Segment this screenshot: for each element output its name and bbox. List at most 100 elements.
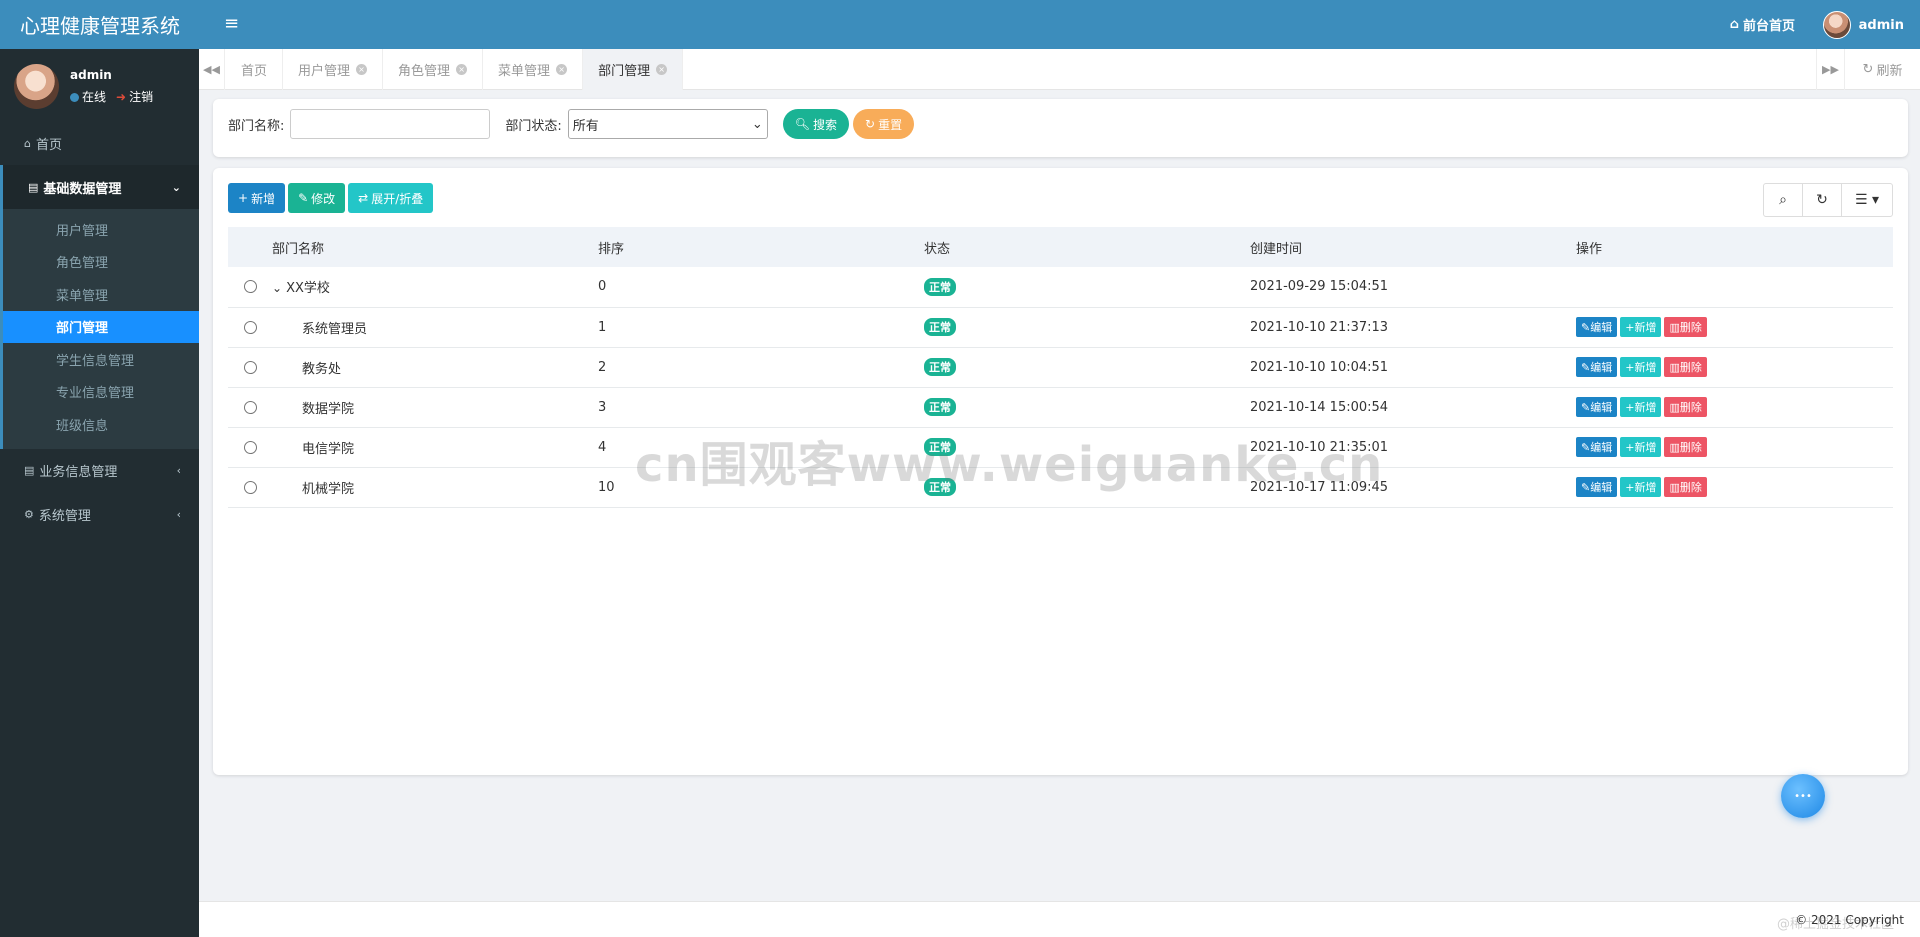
dept-name-label: 部门名称:	[228, 118, 285, 134]
status-badge: 正常	[924, 277, 956, 296]
table-tools: ⌕ ↻ ☰ ▾	[1763, 183, 1893, 217]
tab-menus[interactable]: 菜单管理 ×	[483, 49, 584, 90]
sidebar-item-menus[interactable]: 菜单管理	[3, 278, 199, 311]
tab-roles[interactable]: 角色管理 ×	[383, 49, 484, 90]
dept-created-time: 2021-09-29 15:04:51	[1250, 279, 1389, 295]
app-title[interactable]: 心理健康管理系统	[0, 0, 199, 49]
department-table-panel: + 新增 ✎ 修改 ⇄ 展开/折叠 ⌕ ↻ ☰ ▾ 部门名称 排序 状态 创建时间 操…	[213, 168, 1908, 775]
sidebar-item-classes[interactable]: 班级信息	[3, 408, 199, 441]
row-add-button[interactable]: + 新增	[1620, 437, 1662, 457]
row-edit-button[interactable]: ✎ 编辑	[1576, 397, 1618, 417]
reset-button[interactable]: ↻ 重置	[853, 109, 915, 139]
tab-departments[interactable]: 部门管理 ×	[583, 49, 684, 90]
tab-scroll-right-icon[interactable]: ▶▶	[1816, 49, 1844, 90]
row-edit-button[interactable]: ✎ 编辑	[1576, 437, 1618, 457]
sidebar: admin 在线 ➜ 注销 ⌂ 首页 ▤ 基础数据管理 ⌄ 用户管理 角色管理 菜…	[0, 49, 199, 937]
row-edit-button[interactable]: ✎ 编辑	[1576, 317, 1618, 337]
sidebar-item-majors[interactable]: 专业信息管理	[3, 376, 199, 409]
dept-name: XX学校	[286, 281, 330, 297]
search-button[interactable]: 🔍︎ 搜索	[782, 109, 850, 139]
top-header: 心理健康管理系统 ≡ ⌂ 前台首页 admin	[0, 0, 1920, 49]
row-radio[interactable]	[243, 280, 257, 294]
close-icon[interactable]: ×	[656, 64, 668, 75]
close-icon[interactable]: ×	[456, 64, 468, 75]
row-delete-button[interactable]: ▥ 删除	[1664, 317, 1707, 337]
tab-home[interactable]: 首页	[226, 49, 284, 90]
table-icon: ▤	[28, 180, 39, 194]
sidebar-group-basic-data[interactable]: ▤ 基础数据管理 ⌄	[0, 165, 199, 209]
row-delete-button[interactable]: ▥ 删除	[1664, 437, 1707, 457]
row-edit-button[interactable]: ✎ 编辑	[1576, 357, 1618, 377]
table-row[interactable]: 数据学院 3 正常 2021-10-14 15:00:54 ✎ 编辑 + 新增 ▥ 删…	[228, 387, 1893, 427]
sidebar-group-system[interactable]: ⚙ 系统管理 ‹	[0, 493, 199, 537]
search-icon: ⌕	[1779, 192, 1787, 208]
table-row[interactable]: 电信学院 4 正常 2021-10-10 21:35:01 ✎ 编辑 + 新增 ▥ 删…	[228, 427, 1893, 467]
row-radio[interactable]	[243, 400, 257, 414]
tab-users[interactable]: 用户管理 ×	[283, 49, 384, 90]
tab-scroll-left-icon[interactable]: ◀◀	[199, 49, 225, 90]
close-icon[interactable]: ×	[556, 64, 568, 75]
list-icon: ☰ ▾	[1854, 192, 1880, 208]
sidebar-item-users[interactable]: 用户管理	[3, 213, 199, 246]
dept-status-label: 部门状态:	[505, 118, 562, 134]
expand-collapse-button[interactable]: ⇄ 展开/折叠	[348, 183, 434, 213]
chevron-left-icon: ‹	[176, 508, 181, 521]
refresh-icon: ↻	[865, 117, 876, 131]
row-add-button[interactable]: + 新增	[1620, 357, 1662, 377]
row-add-button[interactable]: + 新增	[1620, 477, 1662, 497]
dept-sort: 0	[598, 279, 607, 295]
sidebar-group-business[interactable]: ▤ 业务信息管理 ‹	[0, 449, 199, 493]
front-home-label: 前台首页	[1742, 19, 1795, 34]
refresh-table-button[interactable]: ↻	[1803, 184, 1842, 216]
sidebar-item-departments[interactable]: 部门管理	[3, 310, 199, 343]
columns-button[interactable]: ☰ ▾	[1842, 184, 1892, 216]
row-add-button[interactable]: + 新增	[1620, 397, 1662, 417]
chevron-left-icon: ‹	[176, 464, 181, 477]
top-user-menu[interactable]: admin	[1822, 11, 1904, 39]
edit-button[interactable]: ✎ 修改	[288, 183, 346, 213]
add-button[interactable]: + 新增	[228, 183, 286, 213]
home-icon: ⌂	[24, 136, 31, 150]
sidebar-item-roles[interactable]: 角色管理	[3, 246, 199, 279]
close-icon[interactable]: ×	[356, 64, 368, 75]
table-row[interactable]: 教务处 2 正常 2021-10-10 10:04:51 ✎ 编辑 + 新增 ▥ 删除	[228, 347, 1893, 387]
search-toggle-button[interactable]: ⌕	[1764, 184, 1803, 216]
row-radio[interactable]	[243, 320, 257, 334]
floating-action-button[interactable]: •••	[1781, 774, 1825, 818]
front-home-link[interactable]: ⌂ 前台首页	[1730, 15, 1795, 34]
dept-status-select[interactable]: 所有 ⌄	[567, 109, 768, 139]
table-row[interactable]: ⌄ XX学校 0 正常 2021-09-29 15:04:51	[228, 267, 1893, 307]
status-badge: 正常	[924, 358, 956, 376]
menu-toggle-icon[interactable]: ≡	[224, 13, 239, 35]
row-delete-button[interactable]: ▥ 删除	[1664, 357, 1707, 377]
logout-link[interactable]: ➜ 注销	[116, 88, 153, 105]
row-delete-button[interactable]: ▥ 删除	[1664, 477, 1707, 497]
dept-sort: 1	[598, 319, 607, 335]
table-icon: ▤	[24, 464, 35, 477]
dept-sort: 2	[598, 359, 607, 375]
row-radio[interactable]	[243, 360, 257, 374]
dept-name: 机械学院	[302, 481, 355, 497]
status-badge: 正常	[924, 438, 956, 456]
row-add-button[interactable]: + 新增	[1620, 317, 1662, 337]
copyright-text: © 2021 Copyright	[1795, 913, 1904, 927]
sidebar-item-students[interactable]: 学生信息管理	[3, 343, 199, 376]
page-tabs: ◀◀ 首页 用户管理 × 角色管理 × 菜单管理 × 部门管理 × ▶▶ ↻ 刷新	[199, 49, 1920, 90]
row-radio[interactable]	[243, 480, 257, 494]
sidebar-item-home[interactable]: ⌂ 首页	[0, 121, 199, 165]
row-edit-button[interactable]: ✎ 编辑	[1576, 477, 1618, 497]
row-radio[interactable]	[243, 440, 257, 454]
table-header-row: 部门名称 排序 状态 创建时间 操作	[228, 227, 1893, 267]
refresh-icon: ↻	[1862, 62, 1874, 77]
table-row[interactable]: 机械学院 10 正常 2021-10-17 11:09:45 ✎ 编辑 + 新增 ▥…	[228, 467, 1893, 507]
online-status: 在线	[70, 88, 106, 105]
row-delete-button[interactable]: ▥ 删除	[1664, 397, 1707, 417]
online-dot-icon	[70, 93, 79, 102]
status-badge: 正常	[924, 398, 956, 416]
table-row[interactable]: 系统管理员 1 正常 2021-10-10 21:37:13 ✎ 编辑 + 新增 ▥…	[228, 307, 1893, 347]
user-status: 在线 ➜ 注销	[70, 88, 153, 105]
edit-icon: ✎	[298, 191, 309, 205]
refresh-button[interactable]: ↻ 刷新	[1844, 49, 1920, 90]
chevron-down-icon[interactable]: ⌄	[272, 281, 282, 295]
dept-name-input[interactable]	[290, 109, 491, 139]
